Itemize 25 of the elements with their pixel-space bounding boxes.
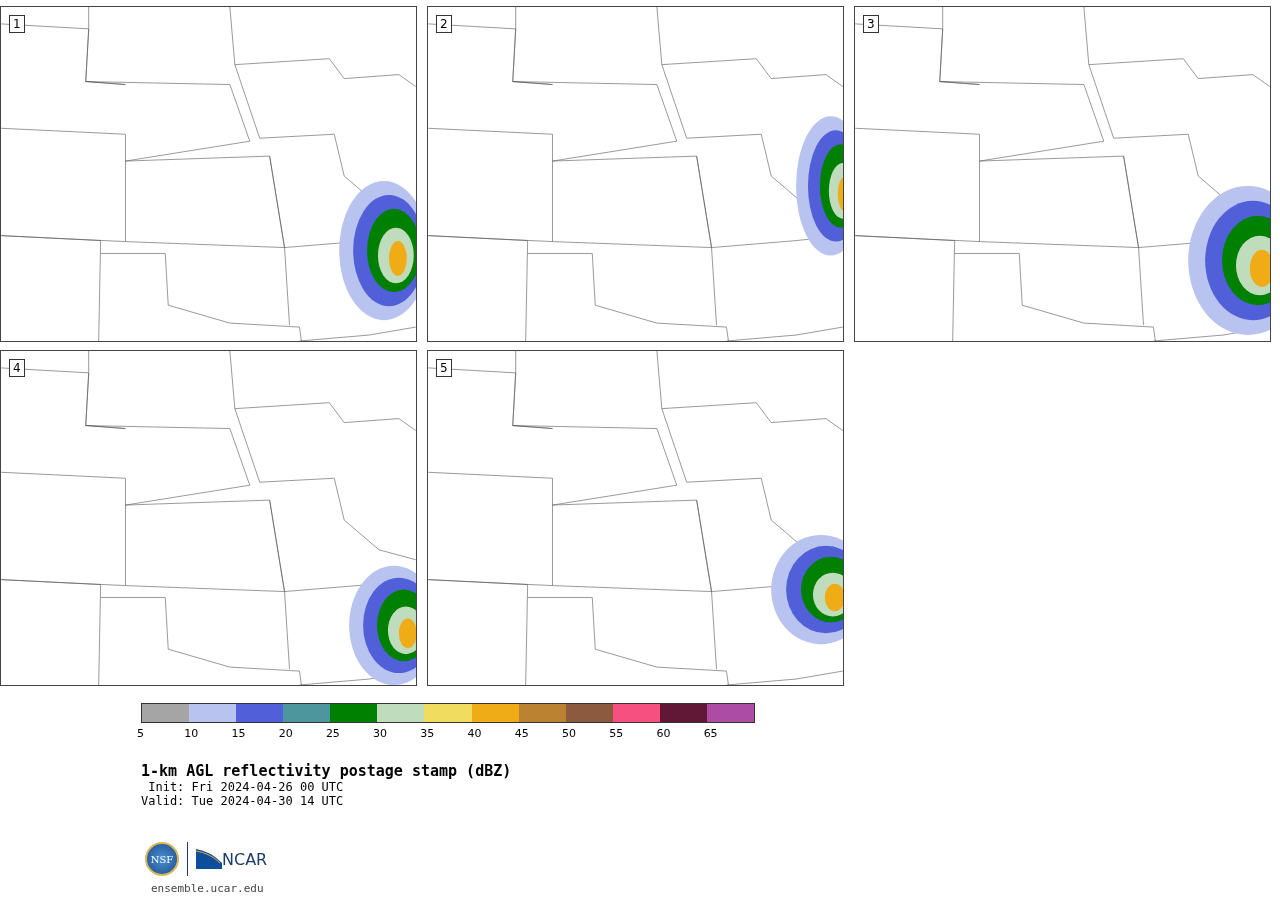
tick-label: 30 [373, 726, 389, 741]
panel-number: 5 [436, 359, 452, 377]
tick-label: 65 [703, 726, 719, 741]
panel-number: 3 [863, 15, 879, 33]
tick-label: 5 [137, 726, 145, 741]
valid-time: Valid: Tue 2024-04-30 14 UTC [141, 794, 345, 808]
tick-label: 25 [325, 726, 341, 741]
site-url: ensemble.ucar.edu [151, 882, 265, 895]
tick-label: 55 [609, 726, 625, 741]
tick-label: 60 [656, 726, 672, 741]
panel-number: 4 [9, 359, 25, 377]
ncar-logo: NCAR [222, 849, 268, 869]
panel-number: 2 [436, 15, 452, 33]
init-time: Init: Fri 2024-04-26 00 UTC [147, 780, 345, 794]
tick-label: 20 [278, 726, 294, 741]
panel-number: 1 [9, 15, 25, 33]
nsf-logo: NSF [145, 842, 179, 876]
tick-label: 40 [467, 726, 483, 741]
tick-label: 50 [561, 726, 577, 741]
swoosh-icon [196, 849, 222, 869]
tick-label: 15 [231, 726, 247, 741]
tick-label: 45 [514, 726, 530, 741]
tick-label: 10 [184, 726, 200, 741]
chart-title: 1-km AGL reflectivity postage stamp (dBZ) [141, 762, 513, 780]
tick-label: 35 [420, 726, 436, 741]
